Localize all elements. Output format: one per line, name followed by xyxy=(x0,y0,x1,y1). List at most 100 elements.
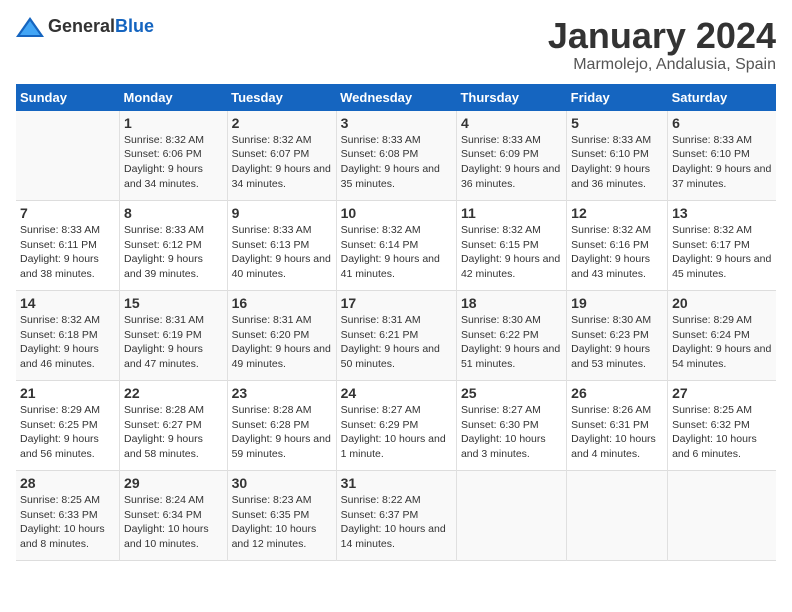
calendar-body: 1 Sunrise: 8:32 AMSunset: 6:06 PMDaylight… xyxy=(16,111,776,561)
day-detail: Sunrise: 8:22 AMSunset: 6:37 PMDaylight:… xyxy=(341,493,452,552)
calendar-cell: 24 Sunrise: 8:27 AMSunset: 6:29 PMDayligh… xyxy=(336,381,456,471)
calendar-cell xyxy=(668,471,776,561)
day-number: 27 xyxy=(672,385,772,401)
day-detail: Sunrise: 8:30 AMSunset: 6:22 PMDaylight:… xyxy=(461,313,562,372)
day-detail: Sunrise: 8:25 AMSunset: 6:33 PMDaylight:… xyxy=(20,493,115,552)
day-detail: Sunrise: 8:25 AMSunset: 6:32 PMDaylight:… xyxy=(672,403,772,462)
calendar-cell: 10Sunrise: 8:32 AMSunset: 6:14 PMDayligh… xyxy=(336,201,456,291)
day-detail: Sunrise: 8:32 AMSunset: 6:07 PMDaylight:… xyxy=(232,133,332,192)
day-number: 26 xyxy=(571,385,663,401)
calendar-cell: 14Sunrise: 8:32 AMSunset: 6:18 PMDayligh… xyxy=(16,291,120,381)
calendar-table: SundayMondayTuesdayWednesdayThursdayFrid… xyxy=(16,84,776,562)
week-row-3: 14Sunrise: 8:32 AMSunset: 6:18 PMDayligh… xyxy=(16,291,776,381)
day-number: 21 xyxy=(20,385,115,401)
day-number: 14 xyxy=(20,295,115,311)
day-number: 16 xyxy=(232,295,332,311)
calendar-cell: 18 Sunrise: 8:30 AMSunset: 6:22 PMDayligh… xyxy=(456,291,566,381)
day-number: 29 xyxy=(124,475,223,491)
week-row-5: 28Sunrise: 8:25 AMSunset: 6:33 PMDayligh… xyxy=(16,471,776,561)
day-number: 6 xyxy=(672,115,772,131)
day-detail: Sunrise: 8:33 AMSunset: 6:12 PMDaylight:… xyxy=(124,223,223,282)
day-detail: Sunrise: 8:32 AMSunset: 6:17 PMDaylight:… xyxy=(672,223,772,282)
calendar-cell: 25Sunrise: 8:27 AMSunset: 6:30 PMDayligh… xyxy=(456,381,566,471)
calendar-cell: 5Sunrise: 8:33 AMSunset: 6:10 PMDaylight… xyxy=(567,111,668,201)
day-detail: Sunrise: 8:24 AMSunset: 6:34 PMDaylight:… xyxy=(124,493,223,552)
calendar-cell: 29 Sunrise: 8:24 AMSunset: 6:34 PMDayligh… xyxy=(120,471,228,561)
logo-blue: Blue xyxy=(115,16,154,36)
calendar-cell: 11 Sunrise: 8:32 AMSunset: 6:15 PMDayligh… xyxy=(456,201,566,291)
day-number: 19 xyxy=(571,295,663,311)
day-detail: Sunrise: 8:28 AMSunset: 6:28 PMDaylight:… xyxy=(232,403,332,462)
day-number: 9 xyxy=(232,205,332,221)
calendar-cell: 26 Sunrise: 8:26 AMSunset: 6:31 PMDayligh… xyxy=(567,381,668,471)
day-number: 24 xyxy=(341,385,452,401)
header-cell-sunday: Sunday xyxy=(16,84,120,111)
week-row-2: 7 Sunrise: 8:33 AMSunset: 6:11 PMDaylight… xyxy=(16,201,776,291)
calendar-cell: 9 Sunrise: 8:33 AMSunset: 6:13 PMDaylight… xyxy=(227,201,336,291)
day-number: 2 xyxy=(232,115,332,131)
day-detail: Sunrise: 8:33 AMSunset: 6:09 PMDaylight:… xyxy=(461,133,562,192)
calendar-cell: 13 Sunrise: 8:32 AMSunset: 6:17 PMDayligh… xyxy=(668,201,776,291)
day-detail: Sunrise: 8:32 AMSunset: 6:16 PMDaylight:… xyxy=(571,223,663,282)
day-number: 8 xyxy=(124,205,223,221)
calendar-cell: 31Sunrise: 8:22 AMSunset: 6:37 PMDayligh… xyxy=(336,471,456,561)
title-area: January 2024 Marmolejo, Andalusia, Spain xyxy=(548,16,776,74)
day-number: 1 xyxy=(124,115,223,131)
day-number: 23 xyxy=(232,385,332,401)
day-detail: Sunrise: 8:23 AMSunset: 6:35 PMDaylight:… xyxy=(232,493,332,552)
calendar-cell: 1 Sunrise: 8:32 AMSunset: 6:06 PMDaylight… xyxy=(120,111,228,201)
subtitle: Marmolejo, Andalusia, Spain xyxy=(548,56,776,74)
header-cell-wednesday: Wednesday xyxy=(336,84,456,111)
day-number: 20 xyxy=(672,295,772,311)
calendar-cell: 4 Sunrise: 8:33 AMSunset: 6:09 PMDaylight… xyxy=(456,111,566,201)
calendar-cell xyxy=(16,111,120,201)
calendar-cell: 19Sunrise: 8:30 AMSunset: 6:23 PMDayligh… xyxy=(567,291,668,381)
calendar-cell: 17Sunrise: 8:31 AMSunset: 6:21 PMDayligh… xyxy=(336,291,456,381)
day-number: 3 xyxy=(341,115,452,131)
header-cell-monday: Monday xyxy=(120,84,228,111)
logo-icon xyxy=(16,17,44,37)
calendar-cell: 28Sunrise: 8:25 AMSunset: 6:33 PMDayligh… xyxy=(16,471,120,561)
day-number: 17 xyxy=(341,295,452,311)
calendar-cell: 21 Sunrise: 8:29 AMSunset: 6:25 PMDayligh… xyxy=(16,381,120,471)
calendar-cell: 8 Sunrise: 8:33 AMSunset: 6:12 PMDaylight… xyxy=(120,201,228,291)
calendar-cell: 7 Sunrise: 8:33 AMSunset: 6:11 PMDaylight… xyxy=(16,201,120,291)
day-number: 11 xyxy=(461,205,562,221)
day-detail: Sunrise: 8:33 AMSunset: 6:10 PMDaylight:… xyxy=(672,133,772,192)
day-number: 4 xyxy=(461,115,562,131)
day-detail: Sunrise: 8:32 AMSunset: 6:06 PMDaylight:… xyxy=(124,133,223,192)
calendar-cell: 12 Sunrise: 8:32 AMSunset: 6:16 PMDayligh… xyxy=(567,201,668,291)
day-detail: Sunrise: 8:27 AMSunset: 6:30 PMDaylight:… xyxy=(461,403,562,462)
calendar-cell: 15 Sunrise: 8:31 AMSunset: 6:19 PMDayligh… xyxy=(120,291,228,381)
day-number: 10 xyxy=(341,205,452,221)
calendar-cell xyxy=(567,471,668,561)
week-row-1: 1 Sunrise: 8:32 AMSunset: 6:06 PMDaylight… xyxy=(16,111,776,201)
calendar-cell: 30Sunrise: 8:23 AMSunset: 6:35 PMDayligh… xyxy=(227,471,336,561)
day-number: 18 xyxy=(461,295,562,311)
day-number: 12 xyxy=(571,205,663,221)
day-detail: Sunrise: 8:27 AMSunset: 6:29 PMDaylight:… xyxy=(341,403,452,462)
day-detail: Sunrise: 8:26 AMSunset: 6:31 PMDaylight:… xyxy=(571,403,663,462)
calendar-header: SundayMondayTuesdayWednesdayThursdayFrid… xyxy=(16,84,776,111)
week-row-4: 21 Sunrise: 8:29 AMSunset: 6:25 PMDayligh… xyxy=(16,381,776,471)
header-cell-tuesday: Tuesday xyxy=(227,84,336,111)
day-detail: Sunrise: 8:33 AMSunset: 6:13 PMDaylight:… xyxy=(232,223,332,282)
day-detail: Sunrise: 8:32 AMSunset: 6:15 PMDaylight:… xyxy=(461,223,562,282)
main-title: January 2024 xyxy=(548,16,776,56)
day-number: 7 xyxy=(20,205,115,221)
calendar-cell xyxy=(456,471,566,561)
calendar-cell: 23 Sunrise: 8:28 AMSunset: 6:28 PMDayligh… xyxy=(227,381,336,471)
day-detail: Sunrise: 8:29 AMSunset: 6:24 PMDaylight:… xyxy=(672,313,772,372)
calendar-cell: 2 Sunrise: 8:32 AMSunset: 6:07 PMDaylight… xyxy=(227,111,336,201)
header-row: SundayMondayTuesdayWednesdayThursdayFrid… xyxy=(16,84,776,111)
header: GeneralBlue January 2024 Marmolejo, Anda… xyxy=(16,16,776,74)
day-detail: Sunrise: 8:29 AMSunset: 6:25 PMDaylight:… xyxy=(20,403,115,462)
logo: GeneralBlue xyxy=(16,16,154,37)
day-detail: Sunrise: 8:31 AMSunset: 6:19 PMDaylight:… xyxy=(124,313,223,372)
calendar-cell: 6 Sunrise: 8:33 AMSunset: 6:10 PMDaylight… xyxy=(668,111,776,201)
calendar-cell: 16Sunrise: 8:31 AMSunset: 6:20 PMDayligh… xyxy=(227,291,336,381)
day-number: 15 xyxy=(124,295,223,311)
day-detail: Sunrise: 8:33 AMSunset: 6:11 PMDaylight:… xyxy=(20,223,115,282)
day-number: 13 xyxy=(672,205,772,221)
logo-text: GeneralBlue xyxy=(48,16,154,37)
